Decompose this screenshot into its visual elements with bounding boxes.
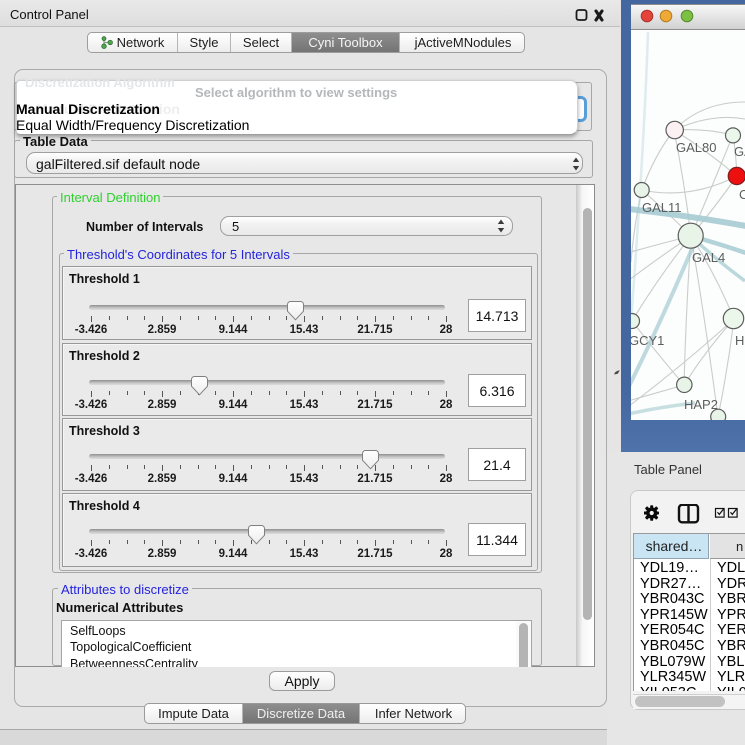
- svg-text:GAL4: GAL4: [692, 250, 725, 265]
- svg-text:GAL11: GAL11: [642, 200, 682, 215]
- svg-text:GAL80: GAL80: [676, 140, 716, 155]
- svg-text:GA: GA: [734, 144, 745, 159]
- svg-text:HAP2: HAP2: [684, 397, 718, 412]
- svg-text:C: C: [739, 187, 745, 202]
- svg-text:H: H: [735, 333, 744, 348]
- svg-text:GCY1: GCY1: [631, 333, 664, 348]
